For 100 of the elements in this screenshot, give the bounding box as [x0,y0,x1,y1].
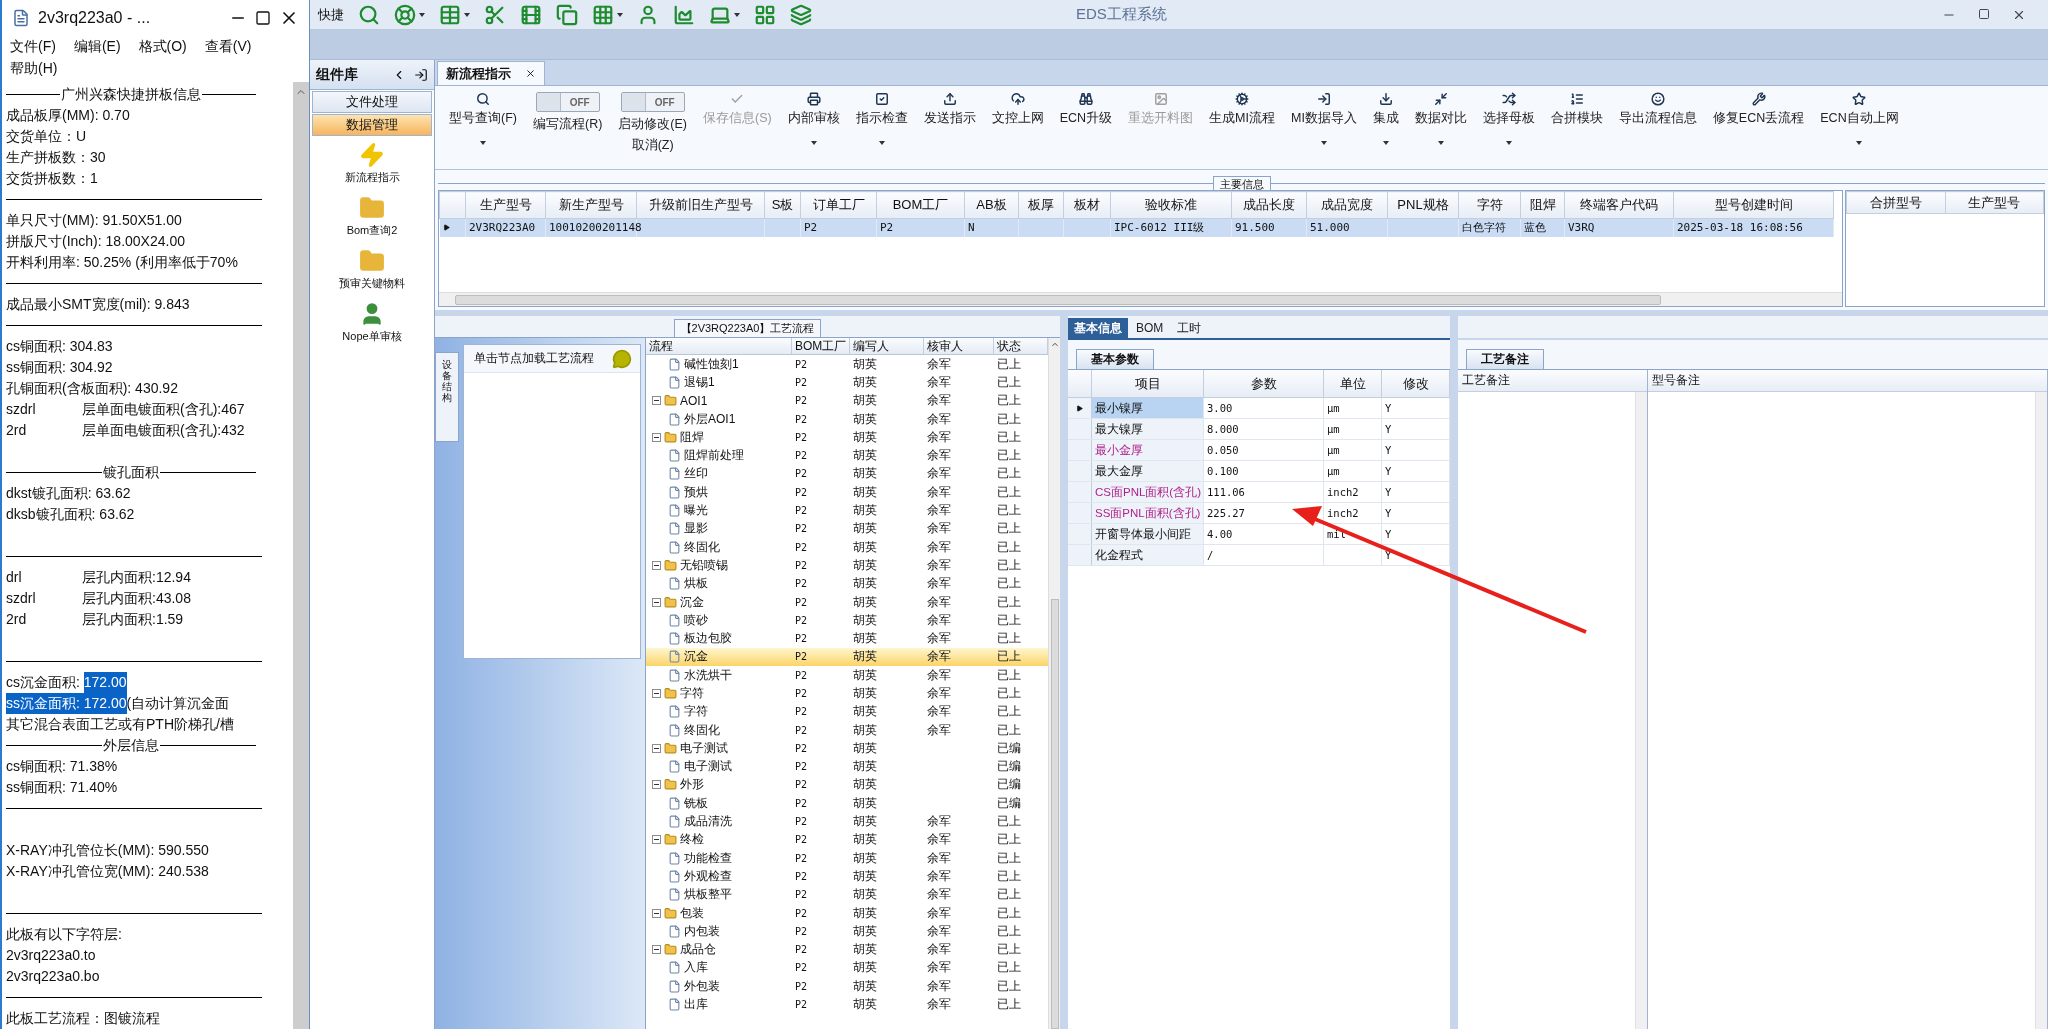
collapse-icon[interactable] [652,396,661,406]
tab[interactable]: 基本信息 [1068,318,1128,338]
tree-row[interactable]: 入库 P2 胡英 余军 已上 [646,958,1048,978]
sidebar-item[interactable]: 预审关键物料 [339,276,405,291]
tree-row[interactable]: 阻焊 P2 胡英 余军 已上 [646,428,1048,447]
toolbar-button[interactable]: 发送指示 [915,90,984,165]
toolbar-button[interactable]: 修复ECN丢流程 [1704,90,1813,165]
toolbar-button[interactable]: ECN升级 [1051,90,1121,165]
column-header[interactable]: 升级前旧生产型号 [636,191,765,219]
copy-icon[interactable] [556,3,578,26]
table-row[interactable]: 最大金厚 0.100 μm Y [1068,461,1450,482]
row-header[interactable] [1068,398,1092,418]
tree-row[interactable]: 终固化 P2 胡英 余军 已上 [646,720,1048,740]
toolbar-button[interactable]: 内部审核 [779,90,848,165]
menu-item[interactable]: 帮助(H) [10,60,58,78]
sidebar-item[interactable]: 新流程指示 [344,170,400,185]
column-header[interactable]: 生产型号 [465,191,546,219]
menu-item[interactable]: 查看(V) [204,38,252,56]
tree-row[interactable]: 字符 P2 胡英 余军 已上 [646,684,1048,703]
tree-row[interactable]: 曝光 P2 胡英 余军 已上 [646,501,1048,520]
toolbar-button[interactable]: ECN自动上网 [1812,90,1907,165]
tree-row[interactable]: 功能检查 P2 胡英 余军 已上 [646,849,1048,868]
toolbar-button[interactable]: 数据对比 [1406,90,1475,165]
table-row[interactable]: 最小金厚 0.050 μm Y [1068,440,1450,461]
table-row[interactable]: CS面PNL面积(含孔) 111.06 inch2 Y [1068,482,1450,503]
tree-row[interactable]: 碱性蚀刻1 P2 胡英 余军 已上 [646,355,1048,374]
table-row[interactable]: SS面PNL面积(含孔) 225.27 inch2 Y [1068,503,1450,524]
lifebuoy-icon[interactable] [394,3,416,26]
column-header[interactable]: 阻焊 [1520,191,1565,219]
tab[interactable]: 工艺备注 [1466,349,1544,369]
toggle-switch[interactable]: OFF [535,92,600,112]
collapse-icon[interactable] [652,945,661,955]
menu-item[interactable]: 文件(F) [10,38,56,56]
user-icon[interactable] [637,3,659,26]
column-header[interactable]: 项目 [1092,370,1204,397]
close-icon[interactable] [525,68,536,79]
sidebar-item[interactable]: Bom查询2 [346,223,398,238]
column-header[interactable]: 板材 [1063,191,1111,219]
toolbar-button[interactable]: 指示检查 [847,90,916,165]
restore-icon[interactable] [1978,7,1990,20]
column-header[interactable]: AB板 [964,191,1019,219]
tree-row[interactable]: 终固化 P2 胡英 余军 已上 [646,537,1048,557]
area-chart-icon[interactable] [673,3,695,26]
search-icon[interactable] [358,3,380,26]
tree-row[interactable]: 外观检查 P2 胡英 余军 已上 [646,867,1048,886]
column-header[interactable]: BOM工厂 [876,191,965,219]
scroll-thumb[interactable] [1050,598,1059,1029]
tree-row[interactable]: 预烘 P2 胡英 余军 已上 [646,483,1048,502]
toggle-switch[interactable]: OFF [620,92,685,112]
sidebar-section[interactable]: 文件处理 [312,91,432,113]
collapse-icon[interactable] [652,780,661,790]
collapse-icon[interactable] [652,908,661,918]
grid-icon[interactable] [592,3,614,26]
table-row[interactable]: 最小镍厚 3.00 μm Y [1068,398,1450,419]
collapse-icon[interactable] [652,743,661,753]
tree-row[interactable]: 内包装 P2 胡英 余军 已上 [646,922,1048,941]
column-header[interactable]: 成品长度 [1231,191,1307,219]
tree-row[interactable]: 外形 P2 胡英 已编 [646,775,1048,795]
column-header[interactable]: 单位 [1324,370,1382,397]
column-header[interactable]: 核审人 [924,338,994,354]
toolbar-button[interactable]: 导出流程信息 [1610,90,1705,165]
tree-row[interactable]: 外层AOI1 P2 胡英 余军 已上 [646,409,1048,429]
sidebar-item[interactable]: Nope单审核 [342,329,402,344]
column-header[interactable]: 字符 [1458,191,1521,219]
column-header[interactable]: 合拼型号 [1846,191,1945,214]
tree-row[interactable]: 沉金 P2 胡英 余军 已上 [646,647,1048,667]
tree-row[interactable]: 退锡1 P2 胡英 余军 已上 [646,373,1048,392]
column-header[interactable]: BOM工厂 [792,338,850,354]
toolbar-button[interactable]: 生成MI流程 [1201,90,1283,165]
tree-row[interactable]: 成品清洗 P2 胡英 余军 已上 [646,812,1048,831]
column-header[interactable]: 编写人 [850,338,924,354]
tree-row[interactable]: 烘板 P2 胡英 余军 已上 [646,574,1048,593]
tree-row[interactable]: 字符 P2 胡英 余军 已上 [646,702,1048,721]
toolbar-button[interactable]: 取消(Z) [631,137,674,154]
column-header[interactable]: 型号创建时间 [1673,191,1834,219]
toolbar-button[interactable]: 型号查询(F) [441,90,525,165]
menu-item[interactable]: 格式(O) [138,38,187,56]
menu-item[interactable]: 编辑(E) [73,38,121,56]
tree-row[interactable]: 喷砂 P2 胡英 余军 已上 [646,611,1048,630]
column-header[interactable]: 生产型号 [1945,191,2044,214]
tab[interactable]: 新流程指示 [437,61,545,85]
column-header[interactable]: 工艺备注 [1458,370,1647,392]
toolbar-button[interactable]: 集成 [1364,90,1407,165]
tree-row[interactable]: 外包装 P2 胡英 余军 已上 [646,977,1048,996]
login-icon[interactable] [414,67,428,82]
tree-row[interactable]: 丝印 P2 胡英 余军 已上 [646,464,1048,484]
column-header[interactable]: 新生产型号 [545,191,637,219]
tree-row[interactable]: 阻焊前处理 P2 胡英 余军 已上 [646,446,1048,465]
column-header[interactable]: 验收标准 [1110,191,1232,219]
layers-icon[interactable] [790,3,812,26]
toolbar-button[interactable]: MI数据导入 [1282,90,1365,165]
column-header[interactable]: 成品宽度 [1306,191,1388,219]
toolbar-button[interactable]: 合拼模块 [1542,90,1611,165]
collapse-icon[interactable] [652,597,661,607]
column-header[interactable]: 流程 [646,338,792,354]
tiles-icon[interactable] [754,3,776,26]
toolbar-button[interactable]: 文控上网 [983,90,1052,165]
tab[interactable]: BOM [1130,318,1170,338]
collapse-icon[interactable] [652,560,661,570]
column-header[interactable]: 参数 [1204,370,1324,397]
